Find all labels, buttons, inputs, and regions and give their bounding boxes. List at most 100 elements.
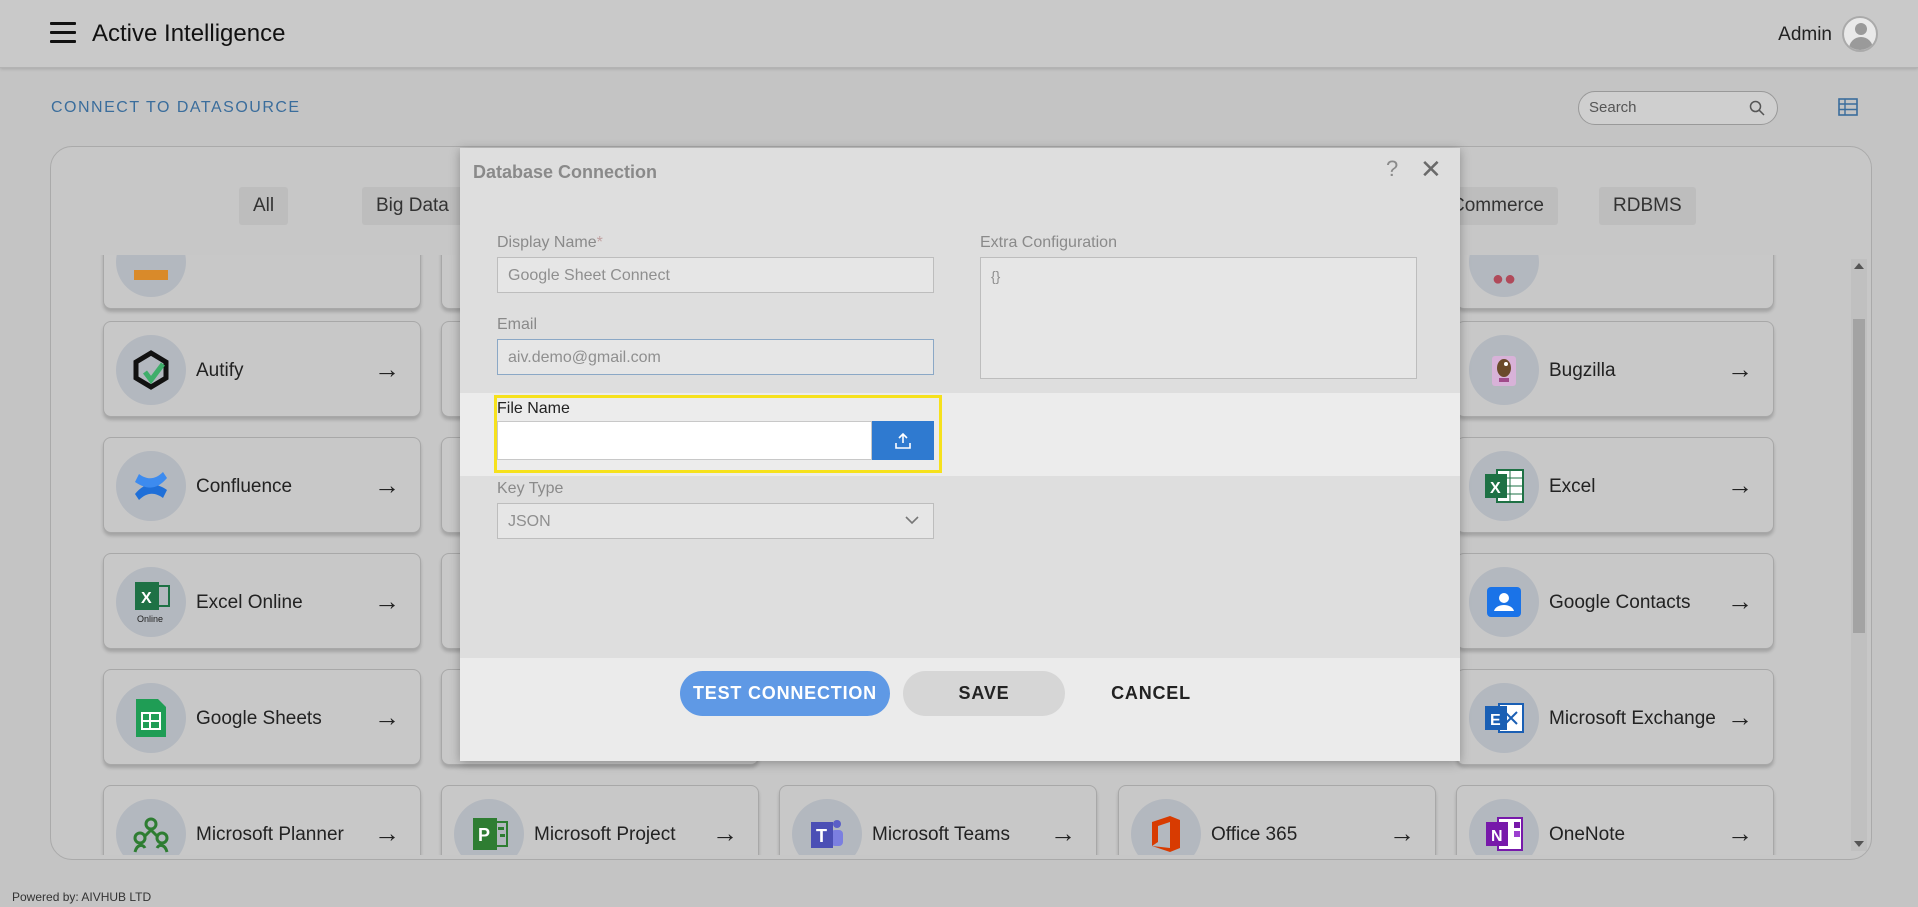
connector-card-google-contacts[interactable]: Google Contacts → [1456, 553, 1774, 649]
key-type-label: Key Type [497, 480, 564, 497]
connector-icon: ●● [1469, 255, 1539, 297]
arrow-right-icon[interactable]: → [1727, 820, 1753, 846]
help-icon[interactable]: ? [1386, 156, 1398, 182]
arrow-right-icon[interactable]: → [1727, 704, 1753, 730]
email-label: Email [497, 316, 538, 333]
arrow-right-icon[interactable]: → [1727, 472, 1753, 498]
search-input[interactable] [1589, 99, 1739, 116]
connector-label: Microsoft Project [534, 824, 676, 845]
upload-button[interactable] [872, 421, 934, 460]
connector-card-microsoft-teams[interactable]: T Microsoft Teams → [779, 785, 1097, 855]
cancel-button[interactable]: CANCEL [1070, 671, 1232, 716]
app-title: Active Intelligence [92, 20, 286, 47]
key-type-value: JSON [508, 513, 551, 530]
svg-text:N: N [1491, 828, 1503, 845]
connector-label: Confluence [196, 476, 293, 497]
connector-card-excel-online[interactable]: X Online Excel Online → [103, 553, 421, 649]
chevron-down-icon [905, 516, 919, 525]
filter-tab-all[interactable]: All [239, 187, 289, 225]
connector-card-excel[interactable]: X Excel → [1456, 437, 1774, 533]
connector-label: Office 365 [1211, 824, 1298, 845]
microsoft-teams-icon: T [792, 799, 862, 855]
connector-icon [116, 255, 186, 297]
extra-configuration-label: Extra Configuration [980, 234, 1117, 251]
arrow-right-icon[interactable]: → [374, 588, 400, 614]
menu-icon[interactable] [50, 22, 76, 44]
user-name[interactable]: Admin [1778, 24, 1832, 46]
table-view-icon[interactable] [1838, 98, 1858, 116]
microsoft-project-icon: P [454, 799, 524, 855]
svg-text:Online: Online [137, 614, 163, 624]
page-title: CONNECT TO DATASOURCE [51, 99, 301, 116]
connector-label: Microsoft Exchange [1549, 708, 1716, 729]
save-button[interactable]: SAVE [903, 671, 1065, 716]
key-type-select[interactable]: JSON [497, 503, 934, 539]
connector-label: Excel Online [196, 592, 303, 613]
connector-label: Autify [196, 360, 244, 381]
microsoft-exchange-icon: E [1469, 683, 1539, 753]
connector-label: Excel [1549, 476, 1596, 497]
extra-configuration-field[interactable]: {} [980, 257, 1417, 379]
upload-icon [895, 432, 911, 449]
scroll-down-icon[interactable] [1854, 841, 1864, 847]
connector-card-bugzilla[interactable]: Bugzilla → [1456, 321, 1774, 417]
svg-text:T: T [816, 826, 827, 846]
connector-label: Microsoft Planner [196, 824, 344, 845]
google-sheets-icon [116, 683, 186, 753]
arrow-right-icon[interactable]: → [1050, 820, 1076, 846]
search-icon[interactable] [1749, 100, 1765, 116]
powered-by: Powered by: AIVHUB LTD [12, 890, 152, 904]
arrow-right-icon[interactable]: → [1727, 356, 1753, 382]
file-name-label: File Name [497, 400, 570, 417]
top-header: Active Intelligence Admin [0, 0, 1918, 68]
connector-label: Bugzilla [1549, 360, 1616, 381]
connector-card-autify[interactable]: Autify → [103, 321, 421, 417]
bugzilla-icon [1469, 335, 1539, 405]
dialog-footer: TEST CONNECTION SAVE CANCEL [460, 658, 1460, 761]
arrow-right-icon[interactable]: → [1389, 820, 1415, 846]
arrow-right-icon[interactable]: → [374, 820, 400, 846]
search-box [1578, 91, 1778, 125]
connector-card-microsoft-planner[interactable]: Microsoft Planner → [103, 785, 421, 855]
microsoft-planner-icon [116, 799, 186, 855]
connector-label: OneNote [1549, 824, 1626, 845]
file-name-input[interactable] [497, 421, 872, 460]
arrow-right-icon[interactable]: → [374, 472, 400, 498]
connector-label: Google Sheets [196, 708, 322, 729]
confluence-icon [116, 451, 186, 521]
close-icon[interactable]: ✕ [1420, 154, 1442, 185]
display-name-field[interactable]: Google Sheet Connect [497, 257, 934, 293]
scroll-thumb[interactable] [1853, 319, 1865, 633]
connector-label: Microsoft Teams [872, 824, 1010, 845]
connector-card-microsoft-project[interactable]: P Microsoft Project → [441, 785, 759, 855]
test-connection-button[interactable]: TEST CONNECTION [680, 671, 890, 716]
arrow-right-icon[interactable]: → [1727, 588, 1753, 614]
office-365-icon [1131, 799, 1201, 855]
connector-card-partial[interactable] [103, 255, 421, 309]
connector-card-onenote[interactable]: N OneNote → [1456, 785, 1774, 855]
connector-card-partial[interactable]: ●● [1456, 255, 1774, 309]
connector-card-confluence[interactable]: Confluence → [103, 437, 421, 533]
email-field[interactable]: aiv.demo@gmail.com [497, 339, 934, 375]
svg-text:P: P [478, 825, 490, 845]
connector-label: Google Contacts [1549, 592, 1691, 613]
connector-card-office-365[interactable]: Office 365 → [1118, 785, 1436, 855]
arrow-right-icon[interactable]: → [374, 356, 400, 382]
filter-tab-rdbms[interactable]: RDBMS [1599, 187, 1696, 225]
dialog-title: Database Connection [473, 162, 658, 182]
svg-text:X: X [141, 590, 152, 607]
scroll-up-icon[interactable] [1854, 263, 1864, 269]
connector-card-microsoft-exchange[interactable]: E Microsoft Exchange → [1456, 669, 1774, 765]
arrow-right-icon[interactable]: → [712, 820, 738, 846]
database-connection-dialog: Database Connection ? ✕ Display Name* Go… [460, 148, 1460, 761]
google-contacts-icon [1469, 567, 1539, 637]
svg-text:E: E [1490, 712, 1501, 729]
filter-tab-big-data[interactable]: Big Data [362, 187, 463, 225]
arrow-right-icon[interactable]: → [374, 704, 400, 730]
autify-icon [116, 335, 186, 405]
scrollbar[interactable] [1851, 259, 1867, 851]
excel-icon: X [1469, 451, 1539, 521]
svg-text:X: X [1490, 480, 1501, 497]
avatar[interactable] [1842, 16, 1878, 52]
connector-card-google-sheets[interactable]: Google Sheets → [103, 669, 421, 765]
